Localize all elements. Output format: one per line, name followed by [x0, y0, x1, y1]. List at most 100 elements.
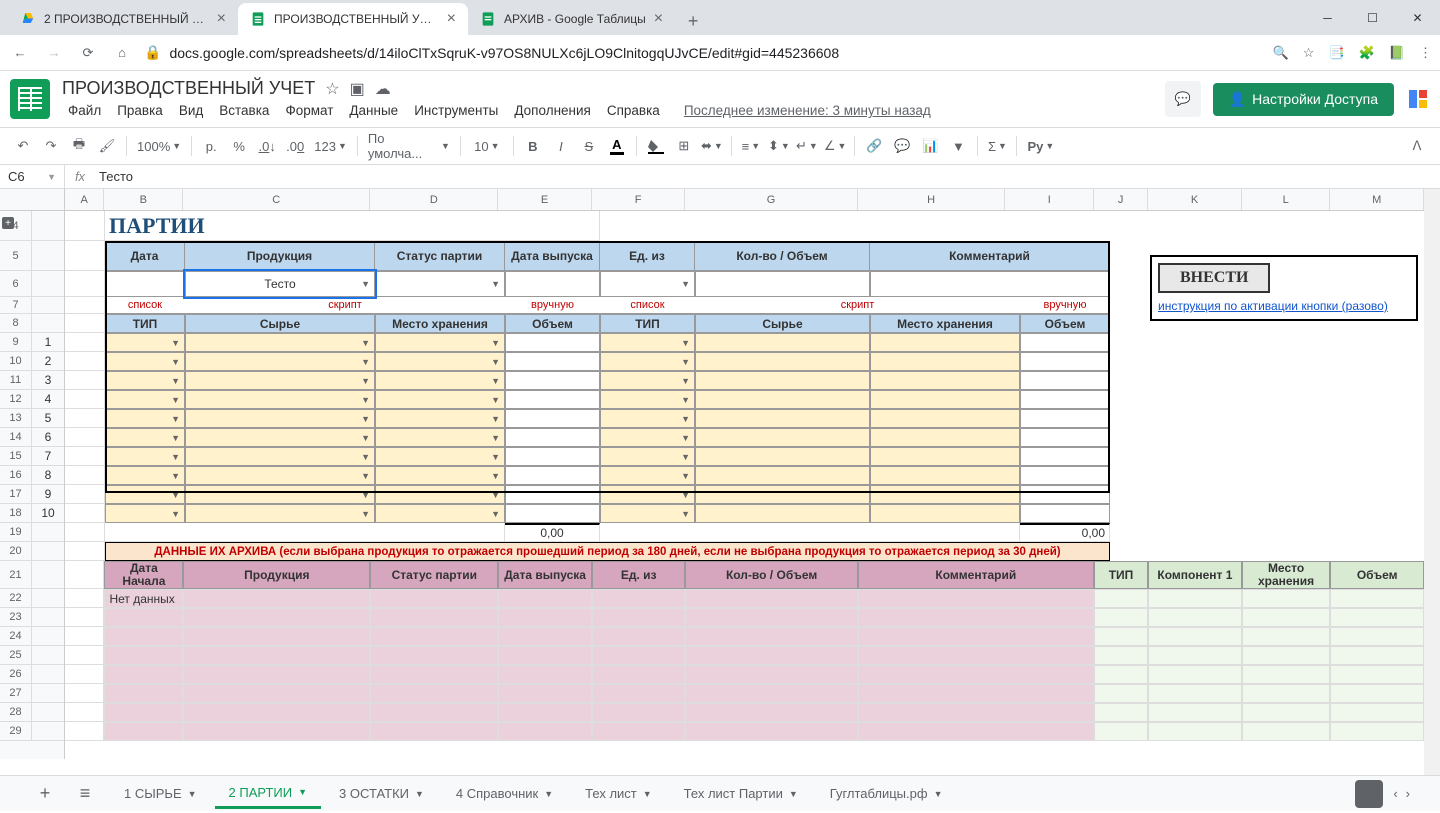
- col-header[interactable]: E: [498, 189, 592, 210]
- data-dropdown[interactable]: ▼: [105, 352, 185, 371]
- italic-button[interactable]: I: [548, 133, 574, 159]
- row-header[interactable]: 16: [0, 466, 32, 484]
- star-icon[interactable]: ☆: [325, 79, 339, 99]
- data-dropdown[interactable]: ▼: [375, 390, 505, 409]
- text-color-button[interactable]: A: [604, 133, 630, 159]
- data-dropdown[interactable]: ▼: [600, 504, 695, 523]
- move-icon[interactable]: ▣: [350, 79, 365, 99]
- print-button[interactable]: 🖶: [66, 133, 92, 159]
- fill-color-button[interactable]: [643, 133, 669, 159]
- row-header[interactable]: 28: [0, 703, 32, 721]
- row-header[interactable]: 17: [0, 485, 32, 503]
- chevron-down-icon[interactable]: ▼: [415, 789, 424, 799]
- data-input[interactable]: [1020, 466, 1110, 485]
- bookmark-icon[interactable]: ☆: [1303, 45, 1315, 61]
- data-dropdown[interactable]: ▼: [600, 371, 695, 390]
- data-dropdown[interactable]: ▼: [375, 485, 505, 504]
- data-dropdown[interactable]: ▼: [600, 352, 695, 371]
- format-dropdown[interactable]: 123▼: [310, 133, 351, 159]
- data-dropdown[interactable]: ▼: [375, 371, 505, 390]
- row-header[interactable]: 6: [0, 271, 32, 296]
- menu-Вставка[interactable]: Вставка: [213, 101, 275, 120]
- menu-Данные[interactable]: Данные: [343, 101, 404, 120]
- chevron-down-icon[interactable]: ▼: [544, 789, 553, 799]
- data-input[interactable]: [505, 447, 600, 466]
- account-icon[interactable]: [1406, 87, 1430, 111]
- rotate-button[interactable]: ∠▼: [822, 133, 849, 159]
- sheet-tab[interactable]: Гуглтаблицы.рф▼: [816, 779, 957, 809]
- data-dropdown[interactable]: ▼: [185, 504, 375, 523]
- extensions-icon[interactable]: 🧩: [1359, 45, 1375, 61]
- data-dropdown[interactable]: ▼: [375, 333, 505, 352]
- explore-button[interactable]: [1355, 780, 1383, 808]
- col-header[interactable]: B: [104, 189, 183, 210]
- zoom-dropdown[interactable]: 100%▼: [133, 133, 185, 159]
- sheet-tab[interactable]: 4 Справочник▼: [442, 779, 567, 809]
- zoom-icon[interactable]: 🔍: [1273, 45, 1289, 61]
- data-input[interactable]: [505, 409, 600, 428]
- data-dropdown[interactable]: ▼: [185, 390, 375, 409]
- comments-button[interactable]: 💬: [1165, 81, 1201, 117]
- data-input[interactable]: [1020, 504, 1110, 523]
- chart-button[interactable]: 📊: [917, 133, 943, 159]
- comment-button[interactable]: 💬: [889, 133, 915, 159]
- data-dropdown[interactable]: ▼: [105, 409, 185, 428]
- font-dropdown[interactable]: По умолча...▼: [364, 133, 454, 159]
- data-dropdown[interactable]: ▼: [600, 485, 695, 504]
- name-box[interactable]: C6▼: [0, 165, 65, 188]
- last-edit-link[interactable]: Последнее изменение: 3 минуты назад: [678, 101, 937, 120]
- bold-button[interactable]: B: [520, 133, 546, 159]
- data-dropdown[interactable]: ▼: [185, 466, 375, 485]
- chevron-down-icon[interactable]: ▼: [188, 789, 197, 799]
- reload-button[interactable]: ⟳: [76, 41, 100, 65]
- prev-sheet-button[interactable]: ‹: [1393, 786, 1397, 801]
- data-dropdown[interactable]: ▼: [185, 428, 375, 447]
- row-header[interactable]: 10: [0, 352, 32, 370]
- col-header[interactable]: F: [592, 189, 686, 210]
- close-icon[interactable]: ×: [654, 10, 663, 28]
- col-header[interactable]: K: [1148, 189, 1242, 210]
- col-header[interactable]: M: [1330, 189, 1424, 210]
- col-header[interactable]: A: [65, 189, 104, 210]
- row-header[interactable]: 11: [0, 371, 32, 389]
- browser-menu-icon[interactable]: ⋮: [1419, 45, 1432, 61]
- menu-Инструменты[interactable]: Инструменты: [408, 101, 504, 120]
- borders-button[interactable]: ⊞: [671, 133, 697, 159]
- address-input[interactable]: 🔒 docs.google.com/spreadsheets/d/14iloCl…: [144, 39, 1263, 67]
- row-header[interactable]: 25: [0, 646, 32, 664]
- fontsize-dropdown[interactable]: 10▼: [467, 133, 507, 159]
- data-dropdown[interactable]: ▼: [185, 485, 375, 504]
- row-header[interactable]: 20: [0, 542, 32, 560]
- data-dropdown[interactable]: ▼: [375, 352, 505, 371]
- cloud-icon[interactable]: ☁: [375, 79, 391, 99]
- add-sheet-button[interactable]: +: [30, 779, 60, 809]
- sheets-ext-icon[interactable]: 📗: [1389, 45, 1405, 61]
- minimize-button[interactable]: ─: [1305, 0, 1350, 35]
- close-window-button[interactable]: ✕: [1395, 0, 1440, 35]
- row-header[interactable]: 19: [0, 523, 32, 541]
- currency-button[interactable]: р.: [198, 133, 224, 159]
- doc-title[interactable]: ПРОИЗВОДСТВЕННЫЙ УЧЕТ: [62, 78, 315, 99]
- row-header[interactable]: 21: [0, 561, 32, 588]
- vnesti-button[interactable]: ВНЕСТИ: [1158, 263, 1270, 293]
- qty-input[interactable]: [695, 271, 870, 297]
- valign-button[interactable]: ⬍▼: [766, 133, 792, 159]
- row-header[interactable]: 9: [0, 333, 32, 351]
- all-sheets-button[interactable]: ≡: [70, 779, 100, 809]
- comment-input[interactable]: [870, 271, 1110, 297]
- row-header[interactable]: 13: [0, 409, 32, 427]
- data-dropdown[interactable]: ▼: [375, 504, 505, 523]
- select-all-corner[interactable]: [0, 189, 65, 211]
- data-dropdown[interactable]: ▼: [105, 371, 185, 390]
- sheet-tab[interactable]: Тех лист Партии▼: [670, 779, 812, 809]
- data-dropdown[interactable]: ▼: [105, 466, 185, 485]
- sheet-tab[interactable]: Тех лист▼: [571, 779, 666, 809]
- data-dropdown[interactable]: ▼: [375, 428, 505, 447]
- data-dropdown[interactable]: ▼: [600, 447, 695, 466]
- unit-dropdown[interactable]: ▼: [600, 271, 695, 297]
- chevron-down-icon[interactable]: ▼: [643, 789, 652, 799]
- data-input[interactable]: [505, 428, 600, 447]
- row-header[interactable]: 22: [0, 589, 32, 607]
- data-input[interactable]: [505, 333, 600, 352]
- data-dropdown[interactable]: ▼: [375, 466, 505, 485]
